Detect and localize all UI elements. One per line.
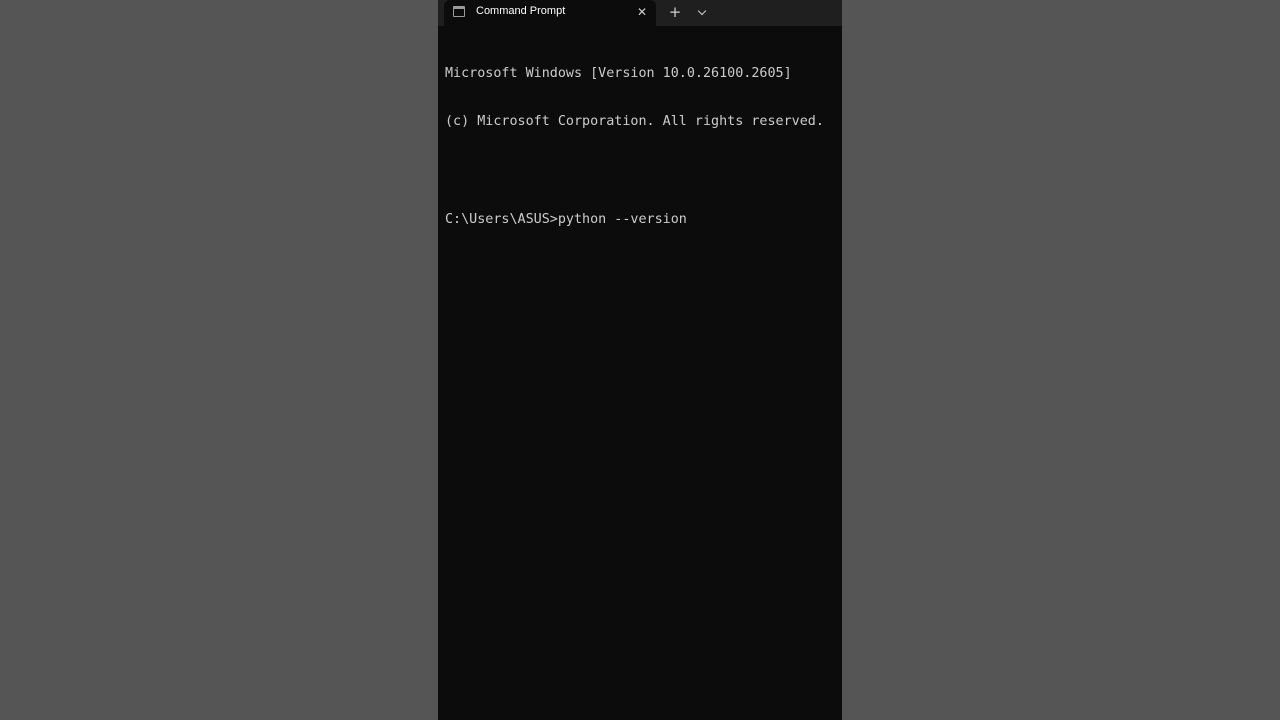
console-line: (c) Microsoft Corporation. All rights re… [445, 114, 824, 130]
tab-title: Command Prompt [476, 5, 566, 17]
chevron-down-icon[interactable] [694, 5, 710, 21]
new-tab-button[interactable]: + [666, 4, 684, 22]
command-prompt-line[interactable]: C:\Users\ASUS>python --version [445, 212, 842, 228]
tab-bar: Command Prompt ✕ + [438, 0, 842, 26]
console-output[interactable]: Microsoft Windows [Version 10.0.26100.26… [445, 33, 842, 261]
terminal-icon [453, 6, 465, 17]
close-tab-icon[interactable]: ✕ [634, 4, 650, 20]
screen-backdrop: Command Prompt ✕ + Microsoft Windows [Ve… [0, 0, 1280, 720]
tab-command-prompt[interactable]: Command Prompt ✕ [444, 0, 656, 26]
console-line: Microsoft Windows [Version 10.0.26100.26… [445, 65, 792, 81]
terminal-window: Command Prompt ✕ + Microsoft Windows [Ve… [438, 0, 842, 720]
